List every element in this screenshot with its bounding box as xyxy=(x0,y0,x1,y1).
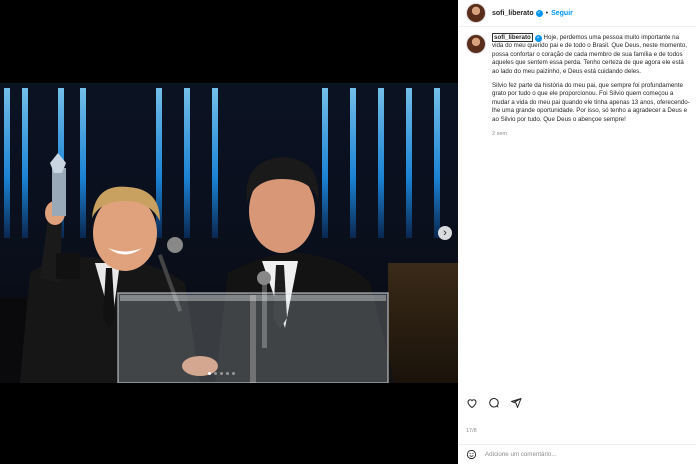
caption-username[interactable]: sofi_liberato xyxy=(492,33,533,42)
caption-time: 2 sem xyxy=(492,131,507,138)
verified-icon: ✓ xyxy=(534,35,542,42)
send-icon xyxy=(511,398,522,408)
left-mic xyxy=(167,237,183,253)
slide-dot xyxy=(226,372,229,375)
comment-button[interactable] xyxy=(488,396,500,414)
post-actions xyxy=(466,396,522,414)
share-button[interactable] xyxy=(510,396,522,414)
post-date: 17/8 xyxy=(466,428,477,434)
heart-icon xyxy=(467,399,477,409)
media-viewer: › xyxy=(0,0,458,464)
comment-input[interactable]: Adicione um comentário... xyxy=(485,451,557,458)
slide-indicator xyxy=(208,372,235,375)
chevron-right-icon: › xyxy=(443,227,447,239)
caption: sofi_liberato ✓ Hoje, perdemos uma pessoa… xyxy=(466,33,694,138)
avatar[interactable] xyxy=(466,3,486,23)
slide-dot xyxy=(214,372,217,375)
slide-dot xyxy=(232,372,235,375)
slide-dot xyxy=(208,372,211,375)
trophy xyxy=(52,168,66,216)
presenters xyxy=(20,153,395,383)
emoji-icon[interactable] xyxy=(466,449,477,460)
verified-icon: ✓ xyxy=(535,9,543,17)
next-slide-button[interactable]: › xyxy=(438,226,452,240)
comment-icon xyxy=(489,398,499,408)
username-link[interactable]: sofi_liberato xyxy=(492,10,534,17)
separator: • xyxy=(545,9,549,17)
caption-text: sofi_liberato ✓ Hoje, perdemos uma pessoa… xyxy=(492,33,692,138)
post-sidebar: sofi_liberato ✓ • Seguir sofi_liberato ✓ … xyxy=(458,0,696,464)
caption-avatar[interactable] xyxy=(466,34,486,54)
right-mic xyxy=(257,271,271,285)
comment-bar: Adicione um comentário... xyxy=(458,444,696,464)
like-button[interactable] xyxy=(466,396,478,414)
follow-button[interactable]: Seguir xyxy=(551,10,573,17)
post-photo xyxy=(0,83,458,383)
post-header: sofi_liberato ✓ • Seguir xyxy=(458,0,696,27)
trophy-base xyxy=(56,253,80,279)
caption-paragraph-2: Silvio fez parte da história do meu pai,… xyxy=(492,82,690,123)
slide-dot xyxy=(220,372,223,375)
